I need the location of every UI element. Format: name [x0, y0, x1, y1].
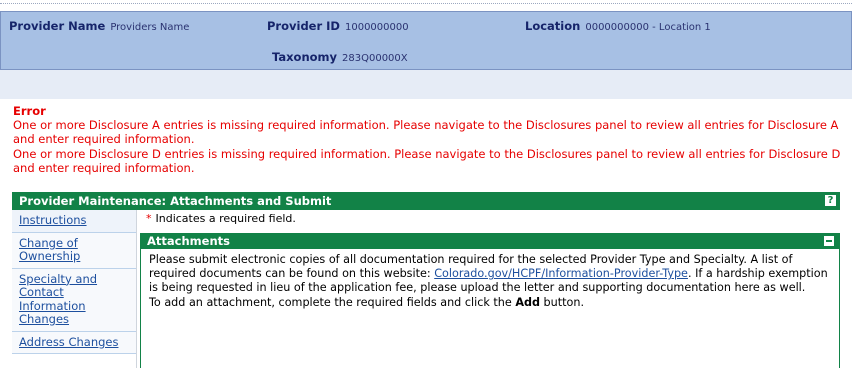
instructions-text-end: button.	[540, 295, 585, 309]
add-keyword: Add	[515, 295, 540, 309]
required-star: *	[146, 212, 152, 225]
attachments-title: Attachments	[147, 234, 230, 248]
error-line: One or more Disclosure A entries is miss…	[13, 118, 839, 147]
header-spacer	[0, 70, 852, 99]
required-note-text: Indicates a required field.	[155, 212, 296, 225]
sidebar-nav: Instructions Change of Ownership Special…	[12, 210, 137, 368]
provider-info-bar: Provider Name Providers Name Provider ID 1…	[0, 11, 852, 70]
attachments-instructions: To add an attachment, complete the requi…	[149, 296, 831, 310]
top-divider	[0, 3, 852, 4]
sidebar-item-address-changes[interactable]: Address Changes	[12, 331, 136, 354]
provider-name-label: Provider Name	[9, 19, 106, 33]
provider-id-label: Provider ID	[267, 19, 340, 33]
sidebar-item-change-of-ownership[interactable]: Change of Ownership	[12, 232, 136, 269]
location-value: 0000000000 - Location 1	[585, 22, 711, 33]
error-line: One or more Disclosure D entries is miss…	[13, 146, 841, 175]
location-label: Location	[525, 19, 581, 33]
required-field-note: * Indicates a required field.	[140, 212, 296, 225]
error-message-block: Error One or more Disclosure A entries i…	[13, 104, 843, 175]
taxonomy-value: 283Q00000X	[342, 53, 408, 64]
taxonomy-label: Taxonomy	[272, 50, 338, 64]
provider-type-link[interactable]: Colorado.gov/HCPF/Information-Provider-T…	[434, 267, 688, 280]
sidebar-item-specialty-contact[interactable]: Specialty and Contact Information Change…	[12, 268, 136, 332]
help-icon[interactable]: ?	[825, 195, 836, 206]
sidebar-item-instructions[interactable]: Instructions	[12, 210, 136, 233]
collapse-icon[interactable]	[824, 236, 834, 246]
panel-header: Provider Maintenance: Attachments and Su…	[12, 192, 840, 210]
provider-id-value: 1000000000	[344, 22, 409, 33]
attachments-body: Please submit electronic copies of all d…	[140, 249, 840, 368]
panel-title: Provider Maintenance: Attachments and Su…	[19, 194, 332, 208]
instructions-text: To add an attachment, complete the requi…	[149, 295, 516, 309]
provider-name-value: Providers Name	[110, 22, 190, 33]
attachments-intro: Please submit electronic copies of all d…	[149, 253, 831, 296]
attachments-header: Attachments	[140, 233, 840, 249]
error-title: Error	[13, 104, 46, 118]
